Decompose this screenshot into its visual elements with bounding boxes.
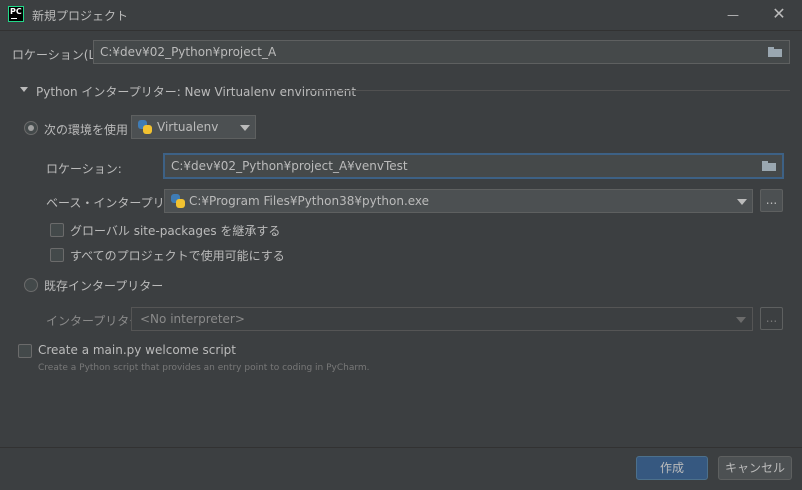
- existing-interpreter-radio-label[interactable]: 既存インタープリター: [44, 277, 163, 294]
- venv-location-field[interactable]: C:¥dev¥02_Python¥project_A¥venvTest: [163, 153, 784, 179]
- python-icon: [171, 194, 185, 208]
- browse-interpreter-button[interactable]: ...: [760, 307, 783, 330]
- welcome-script-label[interactable]: Create a main.py welcome script: [38, 343, 236, 357]
- create-button[interactable]: 作成: [636, 456, 708, 480]
- inherit-site-packages-checkbox[interactable]: [50, 223, 64, 237]
- minimize-button[interactable]: —: [710, 0, 756, 30]
- interpreter-value: <No interpreter>: [140, 312, 245, 326]
- venv-location-label: ロケーション:: [46, 162, 122, 176]
- folder-icon[interactable]: [768, 47, 782, 57]
- section-divider: [310, 90, 790, 91]
- base-interpreter-dropdown[interactable]: C:¥Program Files¥Python38¥python.exe: [164, 189, 753, 213]
- interpreter-section-title[interactable]: Python インタープリター: New Virtualenv environm…: [36, 83, 356, 100]
- minimize-icon: —: [727, 8, 739, 22]
- new-env-radio-label[interactable]: 次の環境を使用: [44, 121, 128, 138]
- cancel-button[interactable]: キャンセル: [718, 456, 792, 480]
- base-interpreter-value: C:¥Program Files¥Python38¥python.exe: [189, 194, 430, 208]
- env-type-dropdown[interactable]: Virtualenv: [131, 115, 256, 139]
- close-button[interactable]: ✕: [756, 0, 802, 30]
- project-location-field[interactable]: C:¥dev¥02_Python¥project_A: [93, 40, 790, 64]
- collapse-triangle-icon[interactable]: [20, 87, 28, 92]
- venv-location-value: C:¥dev¥02_Python¥project_A¥venvTest: [171, 159, 408, 173]
- env-type-value: Virtualenv: [157, 120, 219, 134]
- inherit-site-packages-label[interactable]: グローバル site-packages を継承する: [70, 222, 280, 239]
- interpreter-dropdown[interactable]: <No interpreter>: [131, 307, 753, 331]
- window-title: 新規プロジェクト: [32, 9, 129, 23]
- existing-interpreter-radio[interactable]: [24, 278, 38, 292]
- project-location-label: ロケーション(L):: [12, 48, 104, 62]
- browse-base-interpreter-button[interactable]: ...: [760, 189, 783, 212]
- new-env-radio[interactable]: [24, 121, 38, 135]
- available-all-projects-label[interactable]: すべてのプロジェクトで使用可能にする: [70, 247, 285, 264]
- welcome-script-checkbox[interactable]: [18, 344, 32, 358]
- chevron-down-icon: [736, 317, 746, 323]
- python-icon: [138, 120, 152, 134]
- chevron-down-icon: [240, 125, 250, 131]
- folder-icon[interactable]: [762, 161, 776, 171]
- available-all-projects-checkbox[interactable]: [50, 248, 64, 262]
- app-icon-text: PC: [10, 7, 22, 16]
- project-location-value: C:¥dev¥02_Python¥project_A: [100, 45, 277, 59]
- welcome-script-hint: Create a Python script that provides an …: [38, 363, 370, 373]
- chevron-down-icon: [737, 199, 747, 205]
- title-bar: PC 新規プロジェクト — ✕: [0, 0, 802, 31]
- pycharm-app-icon: PC: [8, 6, 24, 22]
- close-icon: ✕: [772, 4, 786, 23]
